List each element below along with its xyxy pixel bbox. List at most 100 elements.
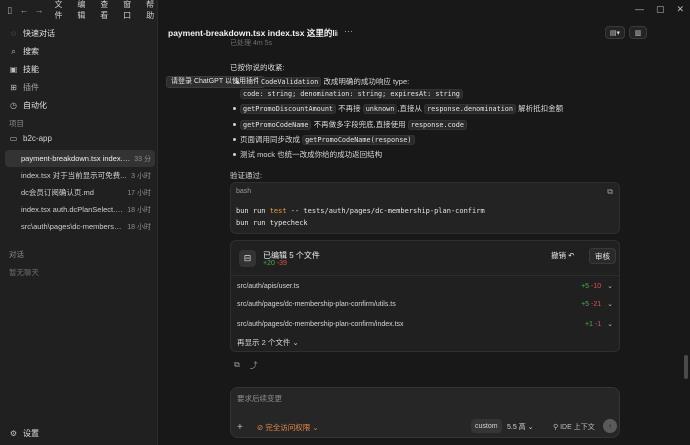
inline-code: getPromoCodeName bbox=[240, 120, 312, 130]
menu-window[interactable]: 窗口 bbox=[123, 0, 135, 21]
close-icon[interactable]: ✕ bbox=[676, 4, 684, 15]
edited-file-row[interactable]: src/auth/pages/dc-membership-plan-confir… bbox=[237, 297, 613, 311]
bullet-page-call: 页面调用同步改成 getPromoCodeName(response) bbox=[240, 134, 415, 145]
undo-label: 撤销 bbox=[551, 251, 566, 260]
more-options-button[interactable]: ··· bbox=[344, 26, 353, 36]
nav-automation[interactable]: ◷ 自动化 bbox=[0, 96, 158, 114]
clock-icon: ◷ bbox=[10, 100, 17, 110]
back-arrow-icon[interactable]: ← bbox=[19, 5, 28, 15]
chevron-down-icon: ⌄ bbox=[312, 423, 319, 432]
code-text: -- tests/auth/pages/dc-membership-plan-c… bbox=[286, 207, 485, 215]
bullet-codename: getPromoCodeName 不再做多字段兜底,直接使用 response.… bbox=[240, 119, 467, 130]
composer-input[interactable] bbox=[237, 394, 607, 403]
warning-icon: ⊘ bbox=[257, 423, 264, 432]
nav-skills[interactable]: ▣ 技能 bbox=[0, 60, 158, 78]
nav-search[interactable]: ⌕ 搜索 bbox=[0, 42, 158, 60]
projects-section-label: 项目 bbox=[9, 119, 24, 128]
bullet bbox=[233, 153, 236, 156]
undo-button[interactable]: 撤销 ↶ bbox=[551, 250, 574, 261]
grid-icon: ⊞ bbox=[10, 82, 17, 92]
settings-label: 设置 bbox=[23, 429, 39, 438]
copy-icon[interactable]: ⧉ bbox=[234, 360, 240, 371]
maximize-icon[interactable]: ▢ bbox=[656, 4, 665, 15]
fork-icon[interactable]: ⤴ bbox=[250, 360, 258, 371]
thread-time: 33 分 bbox=[134, 155, 151, 163]
composer: + ⊘完全访问权限⌄ custom 5.5 高 ⌄ ⚲ IDE 上下文 ↑ bbox=[230, 387, 620, 438]
thread-time: 17 小时 bbox=[127, 189, 151, 197]
nav-plugins-label: 插件 bbox=[23, 82, 39, 92]
thread-item[interactable]: payment-breakdown.tsx index.ts... 33 分 bbox=[5, 150, 155, 167]
thread-title: index.tsx 对于当前显示可免费... bbox=[21, 171, 127, 180]
bullet bbox=[233, 123, 236, 126]
sidebar-toggle-icon[interactable]: ▯ bbox=[6, 5, 13, 15]
add-attachment-button[interactable]: + bbox=[237, 422, 243, 433]
code-line: bun run typecheck bbox=[236, 219, 308, 227]
file-stats: +5 -10 bbox=[581, 283, 601, 290]
file-path: src/auth/pages/dc-membership-plan-confir… bbox=[237, 300, 396, 308]
type-signature: code: string; denomination: string; expi… bbox=[240, 89, 463, 99]
copy-icon[interactable]: ⧉ bbox=[607, 187, 613, 197]
chevron-down-icon[interactable]: ⌄ bbox=[607, 320, 613, 328]
lines-added: +1 bbox=[584, 320, 593, 328]
bullet bbox=[233, 107, 236, 110]
thread-item[interactable]: dc会员订阅确认页.md 17 小时 bbox=[5, 184, 155, 201]
thread-item[interactable]: src\auth\pages\dc-membersh... 18 小时 bbox=[5, 218, 155, 235]
verify-label: 验证通过: bbox=[230, 171, 263, 180]
message-actions: ⧉ ⤴ bbox=[234, 360, 258, 371]
plugin-login-tooltip: 请登录 ChatGPT 以使用插件 bbox=[166, 76, 265, 88]
menu-edit[interactable]: 编辑 bbox=[77, 0, 89, 21]
ide-context-button[interactable]: ⚲ IDE 上下文 bbox=[553, 422, 595, 432]
cube-icon: ▣ bbox=[9, 64, 18, 74]
file-stats: +5 -21 bbox=[581, 301, 601, 308]
access-permission-button[interactable]: ⊘ 完全访问权限 ⌄ bbox=[257, 422, 319, 433]
undo-icon: ↶ bbox=[568, 251, 575, 260]
sidebar-nav: ◌ 快速对话 ⌕ 搜索 ▣ 技能 ⊞ 插件 ◷ 自动化 bbox=[0, 24, 158, 114]
menu-file[interactable]: 文件 bbox=[54, 0, 66, 21]
edited-file-row[interactable]: src/auth/apis/user.ts +5 -10 ⌄ bbox=[237, 279, 613, 293]
menu-bar: ▯ ← → 文件 编辑 查看 窗口 帮助 bbox=[0, 0, 158, 20]
nav-plugins[interactable]: ⊞ 插件 bbox=[0, 78, 158, 96]
open-in-editor-button[interactable]: ▤▾ bbox=[605, 26, 625, 39]
thread-time: 18 小时 bbox=[127, 206, 151, 214]
chevron-down-icon[interactable]: ⌄ bbox=[607, 300, 613, 308]
scrollbar[interactable] bbox=[684, 355, 688, 379]
inline-code: getPromoDiscountAmount bbox=[240, 104, 337, 114]
show-more-files-button[interactable]: 再显示 2 个文件 ⌄ bbox=[237, 337, 299, 348]
minimize-icon[interactable]: — bbox=[635, 4, 644, 15]
lines-removed: -39 bbox=[276, 260, 287, 267]
thread-item[interactable]: index.tsx 对于当前显示可免费... 3 小时 bbox=[5, 167, 155, 184]
send-button[interactable]: ↑ bbox=[603, 419, 617, 433]
model-selector[interactable]: 5.5 高 ⌄ bbox=[507, 422, 534, 432]
file-path: src/auth/apis/user.ts bbox=[237, 282, 300, 290]
window-controls: — ▢ ✕ bbox=[635, 4, 684, 15]
nav-new-chat-label: 快速对话 bbox=[23, 28, 55, 38]
folder-icon: ▭ bbox=[9, 134, 18, 143]
custom-mode-pill[interactable]: custom bbox=[471, 419, 502, 433]
plug-icon: ⚲ bbox=[553, 424, 559, 431]
review-button[interactable]: 审核 bbox=[589, 248, 616, 264]
bullet-text: ,直接从 bbox=[397, 104, 422, 113]
menu-help[interactable]: 帮助 bbox=[146, 0, 158, 21]
thread-item[interactable]: index.tsx auth.dcPlanSelect.fa... 18 小时 bbox=[5, 201, 155, 218]
chevron-down-icon: ⌄ bbox=[527, 424, 534, 431]
bullet bbox=[236, 81, 239, 84]
project-b2c-app[interactable]: ▭ b2c-app bbox=[9, 134, 52, 143]
gear-icon: ⚙ bbox=[9, 429, 18, 438]
lines-removed: -10 bbox=[591, 282, 602, 290]
file-stats: +1 -1 bbox=[585, 321, 601, 328]
inline-code: response.code bbox=[407, 120, 467, 130]
forward-arrow-icon[interactable]: → bbox=[34, 5, 43, 15]
lines-added: +5 bbox=[581, 282, 590, 290]
bullet-text: 不再接 bbox=[338, 104, 361, 113]
chevron-down-icon[interactable]: ⌄ bbox=[607, 282, 613, 290]
menu-view[interactable]: 查看 bbox=[100, 0, 112, 21]
code-text: bun run bbox=[236, 207, 270, 215]
settings-button[interactable]: ⚙ 设置 bbox=[9, 428, 39, 439]
inline-code: getPromoCodeName(response) bbox=[302, 135, 415, 145]
diff-panel-button[interactable]: ▥ bbox=[629, 26, 647, 39]
edited-file-row[interactable]: src/auth/pages/dc-membership-plan-confir… bbox=[237, 317, 613, 331]
show-more-label: 再显示 2 个文件 bbox=[237, 338, 291, 347]
no-chats-text: 暂无聊天 bbox=[9, 268, 39, 277]
nav-new-chat[interactable]: ◌ 快速对话 bbox=[0, 24, 158, 42]
lines-added: +5 bbox=[581, 300, 590, 308]
